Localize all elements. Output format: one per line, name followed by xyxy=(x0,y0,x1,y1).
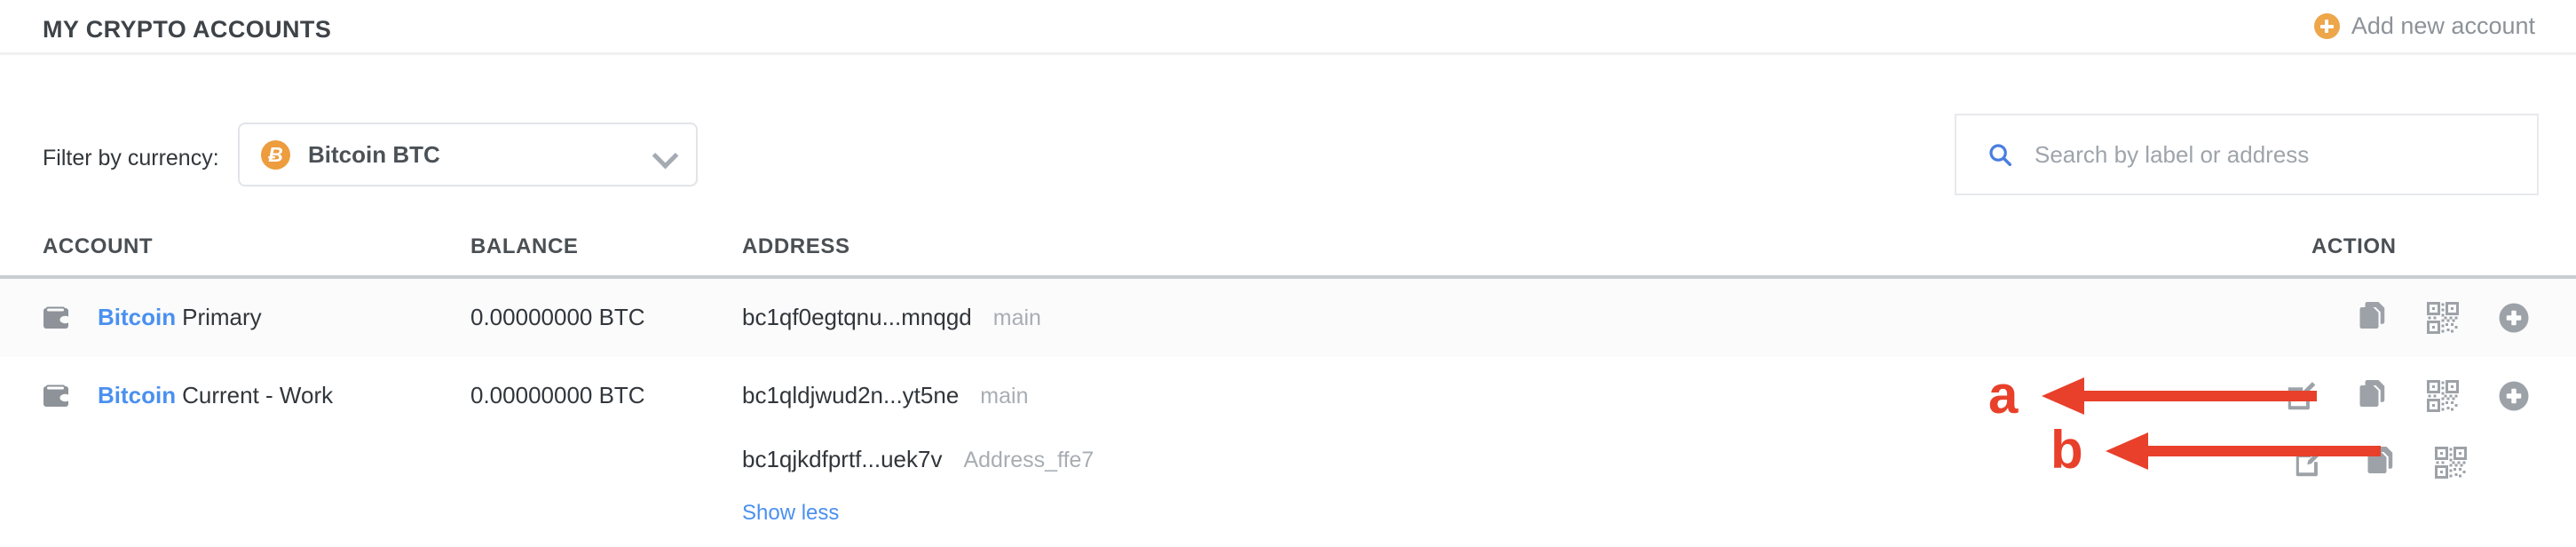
account-balance: 0.00000000 BTC xyxy=(470,304,645,330)
account-name-cell: Bitcoin Primary xyxy=(98,304,262,331)
column-header-balance: BALANCE xyxy=(470,234,579,258)
account-address[interactable]: bc1qf0egtqnu...mnqgd xyxy=(742,304,972,330)
qr-code-icon[interactable] xyxy=(2427,380,2459,412)
column-header-account: ACCOUNT xyxy=(43,234,154,258)
account-address-cell: bc1qldjwud2n...yt5ne main xyxy=(742,382,1028,409)
account-address[interactable]: bc1qldjwud2n...yt5ne xyxy=(742,382,959,408)
account-coin-name[interactable]: Bitcoin xyxy=(98,382,176,408)
chevron-down-icon[interactable] xyxy=(653,143,676,166)
currency-dropdown-value: Bitcoin BTC xyxy=(308,140,440,168)
crypto-accounts-page: MY CRYPTO ACCOUNTS Add new account Filte… xyxy=(0,0,2576,547)
sub-address-tag: Address_ffe7 xyxy=(963,448,1094,472)
account-label: Current - Work xyxy=(182,382,334,408)
account-balance: 0.00000000 BTC xyxy=(470,382,645,408)
page-header: MY CRYPTO ACCOUNTS Add new account xyxy=(0,0,2576,55)
search-box[interactable] xyxy=(1955,114,2539,195)
row-actions xyxy=(2285,357,2530,435)
qr-code-icon[interactable] xyxy=(2435,447,2467,479)
page-title: MY CRYPTO ACCOUNTS xyxy=(43,16,332,43)
copy-icon[interactable] xyxy=(2356,380,2388,412)
column-header-action: ACTION xyxy=(2311,234,2397,258)
account-address-tag: main xyxy=(980,384,1029,408)
account-address-tag: main xyxy=(992,305,1041,330)
search-icon xyxy=(1989,144,2011,166)
annotation-arrow-a xyxy=(2042,377,2317,415)
show-less-link[interactable]: Show less xyxy=(742,501,839,526)
bitcoin-coin-icon: Ƀ xyxy=(261,139,290,170)
search-input[interactable] xyxy=(2035,140,2496,169)
wallet-icon xyxy=(43,306,71,329)
copy-icon[interactable] xyxy=(2356,302,2388,334)
annotation-arrow-b xyxy=(2106,432,2381,470)
annotation-letter-a: a xyxy=(1988,365,2019,424)
show-less-row: Show less xyxy=(0,490,2576,545)
sub-address[interactable]: bc1qjkdfprtf...uek7v xyxy=(742,446,942,472)
filter-by-currency-label: Filter by currency: xyxy=(43,146,219,170)
column-header-address: ADDRESS xyxy=(742,234,850,258)
row-actions xyxy=(2356,279,2530,357)
table-row[interactable]: Bitcoin Primary 0.00000000 BTC bc1qf0egtq… xyxy=(0,279,2576,357)
account-label: Primary xyxy=(182,304,262,330)
add-new-account-button[interactable]: Add new account xyxy=(2313,12,2535,40)
account-coin-name[interactable]: Bitcoin xyxy=(98,304,176,330)
wallet-icon xyxy=(43,384,71,407)
qr-code-icon[interactable] xyxy=(2427,302,2459,334)
annotation-letter-b: b xyxy=(2051,420,2083,480)
table-header-row: ACCOUNT BALANCE ADDRESS ACTION xyxy=(0,224,2576,279)
plus-circle-icon[interactable] xyxy=(2498,380,2530,412)
currency-filter-dropdown[interactable]: Ƀ Bitcoin BTC xyxy=(238,123,698,186)
add-new-account-label: Add new account xyxy=(2351,12,2535,39)
account-address-cell: bc1qf0egtqnu...mnqgd main xyxy=(742,304,1041,331)
plus-circle-icon[interactable] xyxy=(2498,302,2530,334)
account-name-cell: Bitcoin Current - Work xyxy=(98,382,333,409)
plus-circle-icon xyxy=(2313,13,2340,39)
sub-address-cell: bc1qjkdfprtf...uek7v Address_ffe7 xyxy=(742,446,1094,473)
